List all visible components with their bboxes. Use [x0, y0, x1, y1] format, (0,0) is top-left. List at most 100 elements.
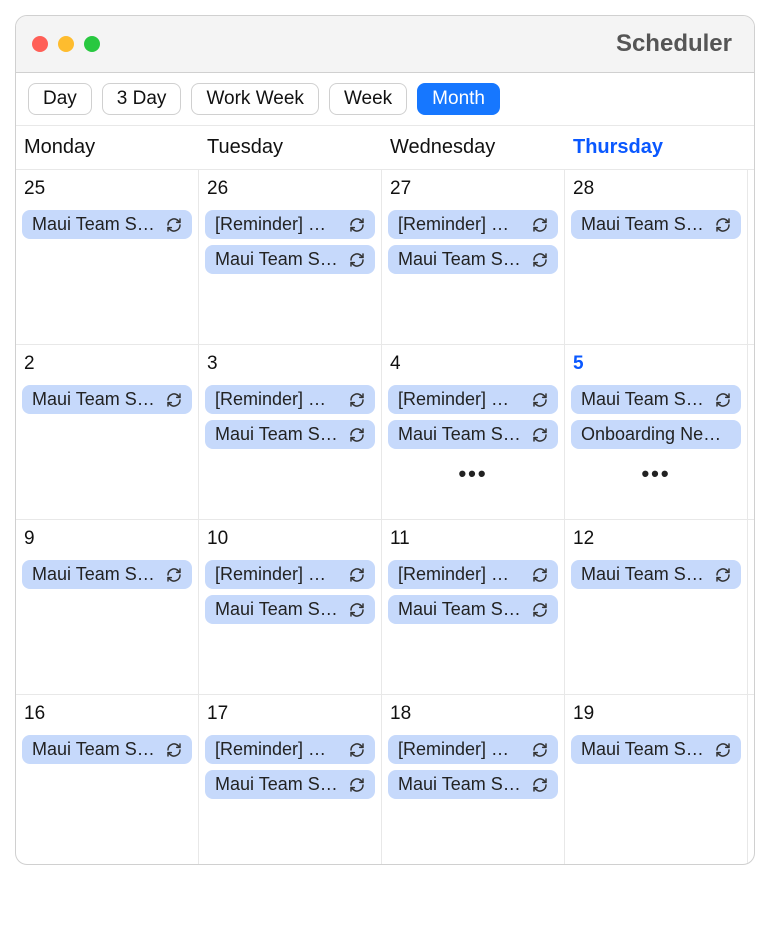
day-number: 27 [388, 176, 558, 204]
calendar-event[interactable]: [Reminder] W… [205, 385, 375, 414]
calendar-event[interactable]: Maui Team Sy… [388, 595, 558, 624]
day-number: 12 [571, 526, 741, 554]
day-cell[interactable]: 10 [Reminder] W… Maui Team Sy… [199, 520, 382, 695]
calendar-event[interactable]: Maui Team Sy… [571, 560, 741, 589]
day-cell[interactable]: 5 Maui Team Sy… Onboarding Ne… ••• [565, 345, 748, 520]
traffic-lights [32, 36, 100, 52]
view-month-button[interactable]: Month [417, 83, 500, 115]
event-title: [Reminder] W… [398, 564, 526, 585]
recurring-icon [349, 392, 365, 408]
event-title: Maui Team Sy… [398, 774, 526, 795]
day-cell[interactable]: 2M [748, 170, 754, 345]
day-cell[interactable]: 12 Maui Team Sy… [565, 520, 748, 695]
day-cell[interactable]: 28Maui Team Sy… [565, 170, 748, 345]
calendar-event[interactable]: Maui Team Sy… [205, 420, 375, 449]
event-title: Maui Team Sy… [398, 599, 526, 620]
event-title: [Reminder] W… [215, 739, 343, 760]
more-events-indicator[interactable]: ••• [571, 455, 741, 487]
day-cell[interactable]: 2Maui Team Sy… [16, 345, 199, 520]
event-title: Maui Team Sy… [581, 564, 709, 585]
day-cell[interactable]: 13M [748, 520, 754, 695]
day-cell[interactable]: 17[Reminder] W…Maui Team Sy… [199, 695, 382, 865]
day-cell[interactable]: 26[Reminder] W…Maui Team Sy… [199, 170, 382, 345]
calendar-event[interactable]: Maui Team Sy… [22, 735, 192, 764]
weekday-thursday: Thursday [565, 126, 748, 169]
day-cell[interactable]: 19 Maui Team Sy… [565, 695, 748, 865]
week-row: 9 Maui Team Sy… 10 [Reminder] W… Maui Team S… [16, 520, 754, 695]
calendar-event[interactable]: Maui Team Sy… [22, 385, 192, 414]
event-title: [Reminder] W… [215, 389, 343, 410]
view-switcher: Day 3 Day Work Week Week Month [16, 73, 754, 126]
view-3day-button[interactable]: 3 Day [102, 83, 182, 115]
event-title: [Reminder] W… [215, 214, 343, 235]
calendar-event[interactable]: [Reminder] W… [205, 735, 375, 764]
event-title: Maui Team Sy… [32, 389, 160, 410]
view-work-week-button[interactable]: Work Week [191, 83, 319, 115]
event-title: [Reminder] W… [398, 214, 526, 235]
calendar-event[interactable]: Maui Team Sy… [22, 560, 192, 589]
event-title: Maui Team Sy… [32, 214, 160, 235]
day-cell[interactable]: 16 Maui Team Sy… [16, 695, 199, 865]
calendar-event[interactable]: [Reminder] W… [205, 560, 375, 589]
day-number: 19 [571, 701, 741, 729]
recurring-icon [349, 602, 365, 618]
calendar-event[interactable]: [Reminder] W… [388, 385, 558, 414]
weekday-header-row: Monday Tuesday Wednesday Thursday F [16, 126, 754, 170]
view-week-button[interactable]: Week [329, 83, 407, 115]
day-cell[interactable]: 18 [Reminder] W… Maui Team Sy… [382, 695, 565, 865]
calendar-event[interactable]: Maui Team Sy… [22, 210, 192, 239]
recurring-icon [166, 392, 182, 408]
event-title: Maui Team Sy… [581, 389, 709, 410]
day-cell[interactable]: 20M [748, 695, 754, 865]
view-day-button[interactable]: Day [28, 83, 92, 115]
calendar-event[interactable]: Maui Team Sy… [205, 595, 375, 624]
recurring-icon [532, 252, 548, 268]
window-title: Scheduler [616, 30, 732, 58]
day-cell[interactable]: 25Maui Team Sy… [16, 170, 199, 345]
minimize-window-button[interactable] [58, 36, 74, 52]
close-window-button[interactable] [32, 36, 48, 52]
calendar-event[interactable]: Maui Team Sy… [571, 385, 741, 414]
zoom-window-button[interactable] [84, 36, 100, 52]
day-cell[interactable]: 6MM [748, 345, 754, 520]
day-cell[interactable]: 3 [Reminder] W… Maui Team Sy… [199, 345, 382, 520]
calendar-event[interactable]: [Reminder] W… [388, 560, 558, 589]
calendar-event[interactable]: Maui Team Sy… [205, 770, 375, 799]
event-title: Maui Team Sy… [581, 739, 709, 760]
day-number: 3 [205, 351, 375, 379]
event-title: Maui Team Sy… [581, 214, 709, 235]
recurring-icon [166, 567, 182, 583]
day-number: 9 [22, 526, 192, 554]
calendar-event[interactable]: [Reminder] W… [205, 210, 375, 239]
calendar-event[interactable]: Maui Team Sy… [388, 770, 558, 799]
calendar-event[interactable]: Maui Team Sy… [388, 245, 558, 274]
calendar-event[interactable]: Maui Team Sy… [388, 420, 558, 449]
titlebar: Scheduler [16, 16, 754, 73]
calendar-event[interactable]: Maui Team Sy… [205, 245, 375, 274]
event-title: [Reminder] W… [398, 739, 526, 760]
event-title: Maui Team Sy… [215, 774, 343, 795]
recurring-icon [349, 567, 365, 583]
calendar-event[interactable]: Maui Team Sy… [571, 210, 741, 239]
more-events-indicator[interactable]: ••• [388, 455, 558, 487]
recurring-icon [349, 252, 365, 268]
day-cell[interactable]: 11[Reminder] W…Maui Team Sy… [382, 520, 565, 695]
day-cell[interactable]: 27 [Reminder] W… Maui Team Sy… [382, 170, 565, 345]
week-row: 16Maui Team Sy…17[Reminder] W…Maui Team … [16, 695, 754, 865]
day-number: 16 [22, 701, 192, 729]
day-number: 18 [388, 701, 558, 729]
weekday-wednesday: Wednesday [382, 126, 565, 169]
day-number: 10 [205, 526, 375, 554]
calendar-event[interactable]: [Reminder] W… [388, 735, 558, 764]
weekday-tuesday: Tuesday [199, 126, 382, 169]
recurring-icon [166, 217, 182, 233]
calendar-event[interactable]: Onboarding Ne… [571, 420, 741, 449]
calendar-event[interactable]: Maui Team Sy… [571, 735, 741, 764]
weekday-friday: F [748, 126, 754, 169]
event-title: Maui Team Sy… [215, 249, 343, 270]
day-cell[interactable]: 4[Reminder] W…Maui Team Sy…••• [382, 345, 565, 520]
day-number: 5 [571, 351, 741, 379]
calendar-event[interactable]: [Reminder] W… [388, 210, 558, 239]
day-cell[interactable]: 9 Maui Team Sy… [16, 520, 199, 695]
recurring-icon [715, 567, 731, 583]
